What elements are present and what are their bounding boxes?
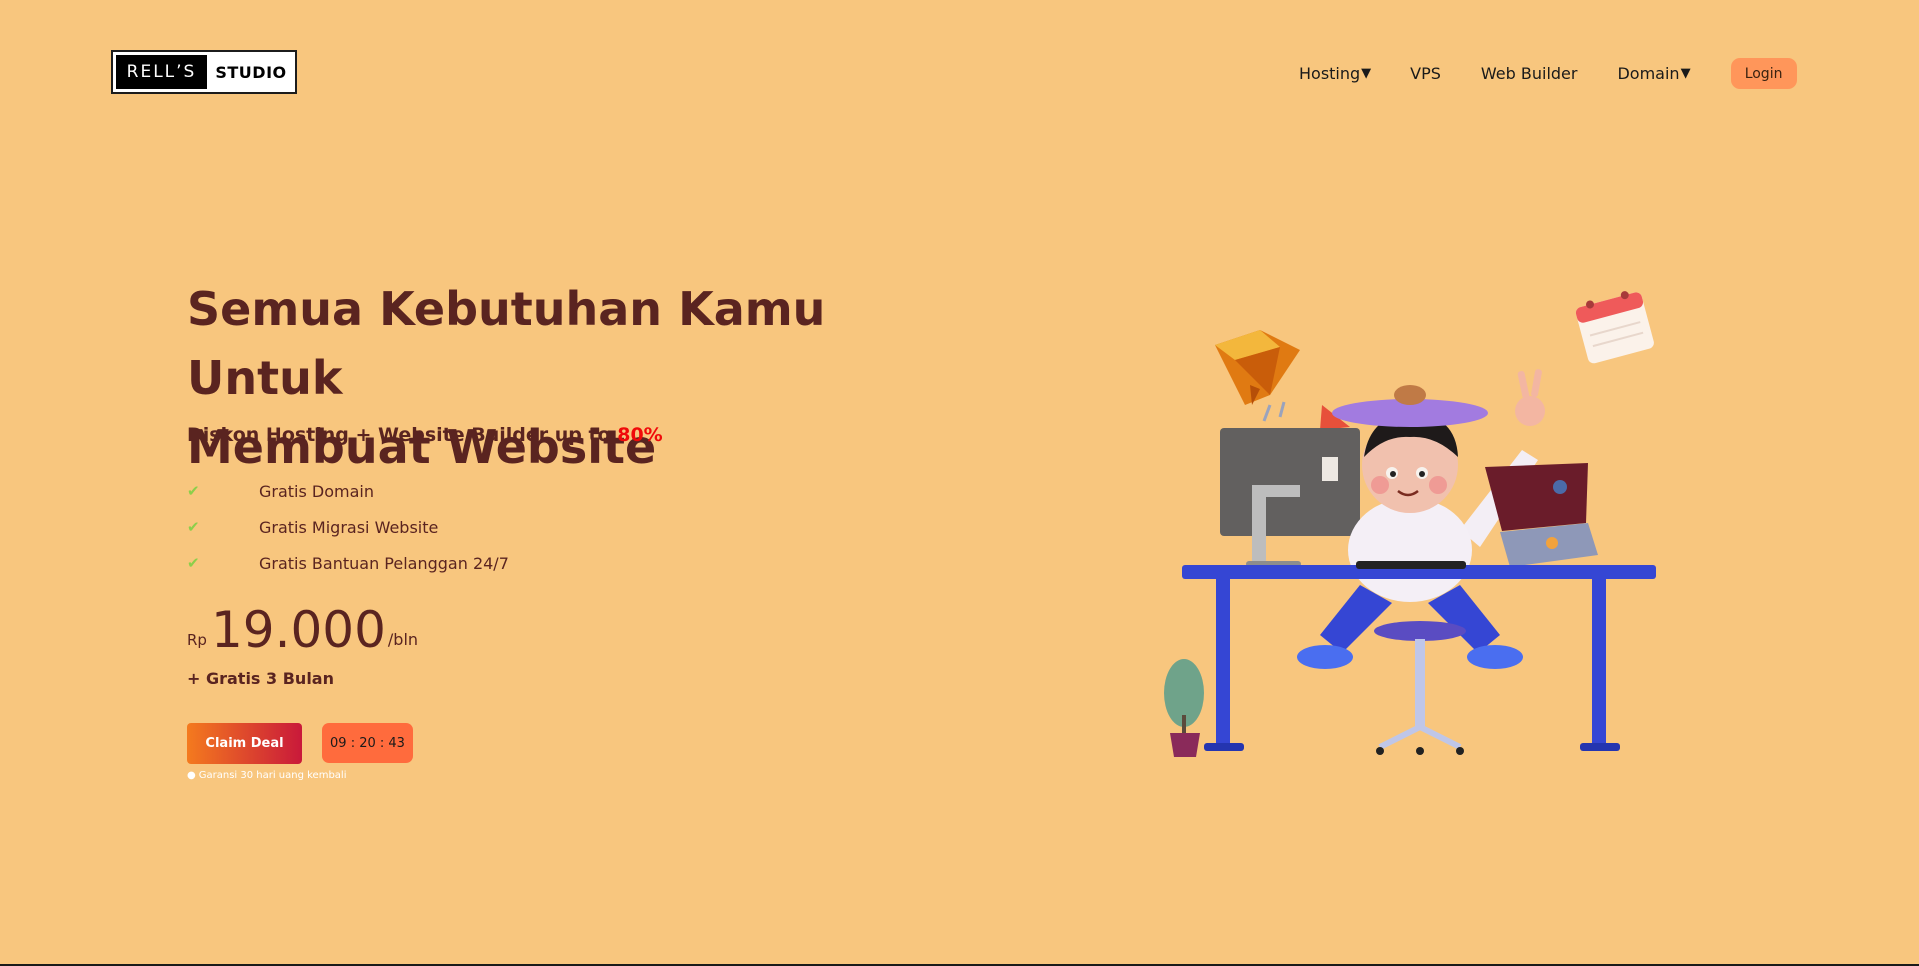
hero-subtitle: Diskon Hosting + Website Builder up to 8… <box>187 424 663 446</box>
main-nav: Hosting ▼ VPS Web Builder Domain ▼ Login <box>1299 58 1797 89</box>
countdown-timer: 09 : 20 : 43 <box>322 723 413 763</box>
check-icon: ✔ <box>187 482 200 500</box>
feature-item: ✔ Gratis Bantuan Pelanggan 24/7 <box>187 545 509 581</box>
login-button[interactable]: Login <box>1730 58 1797 89</box>
feature-label: Gratis Migrasi Website <box>259 517 439 537</box>
feature-label: Gratis Domain <box>259 481 375 501</box>
nav-vps-label: VPS <box>1410 64 1441 83</box>
chair-icon <box>1374 621 1466 755</box>
feature-item: ✔ Gratis Domain <box>187 473 509 509</box>
guarantee-text: Garansi 30 hari uang kembali <box>198 770 347 781</box>
nav-hosting-label: Hosting <box>1299 64 1361 83</box>
price-amount: 19.000 <box>210 601 386 659</box>
price: Rp 19.000 /bln <box>187 603 418 657</box>
price-period: /bln <box>387 630 419 649</box>
claim-deal-button[interactable]: Claim Deal <box>187 723 302 764</box>
nav-web-builder[interactable]: Web Builder <box>1481 64 1578 83</box>
guarantee-note: ● Garansi 30 hari uang kembali <box>187 770 346 781</box>
check-icon: ✔ <box>187 554 200 572</box>
nav-hosting[interactable]: Hosting ▼ <box>1299 64 1371 83</box>
logo[interactable]: RELL’S STUDIO <box>111 50 297 94</box>
feature-label: Gratis Bantuan Pelanggan 24/7 <box>259 553 509 573</box>
diamond-icon <box>1215 330 1350 430</box>
feature-item: ✔ Gratis Migrasi Website <box>187 509 509 545</box>
hero-title: Semua Kebutuhan Kamu Untuk Membuat Websi… <box>187 275 987 482</box>
feature-list: ✔ Gratis Domain ✔ Gratis Migrasi Website… <box>187 473 509 581</box>
check-icon: ✔ <box>187 518 200 536</box>
nav-domain[interactable]: Domain ▼ <box>1617 64 1690 83</box>
bonus-text: + Gratis 3 Bulan <box>187 669 334 688</box>
hero-subtitle-text: Diskon Hosting + Website Builder up to <box>187 424 618 446</box>
caret-down-icon: ▼ <box>1680 66 1691 81</box>
nav-web-builder-label: Web Builder <box>1480 64 1578 83</box>
calendar-icon <box>1575 291 1654 364</box>
location-pin-icon: ● <box>187 770 196 781</box>
caret-down-icon: ▼ <box>1361 66 1372 81</box>
discount-value: 80% <box>617 424 663 446</box>
nav-vps[interactable]: VPS <box>1410 64 1441 83</box>
plant-icon <box>1164 659 1204 757</box>
logo-left-text: RELL’S <box>116 55 207 89</box>
hero-illustration <box>1164 291 1656 757</box>
laptop-icon <box>1485 463 1598 567</box>
nav-domain-label: Domain <box>1617 64 1680 83</box>
page: RELL’S STUDIO Hosting ▼ VPS Web Builder … <box>0 0 1919 966</box>
logo-right-text: STUDIO <box>215 62 287 82</box>
price-currency: Rp <box>187 631 207 649</box>
monitor-icon <box>1220 428 1360 567</box>
hero-title-line1: Semua Kebutuhan Kamu Untuk <box>187 282 826 405</box>
